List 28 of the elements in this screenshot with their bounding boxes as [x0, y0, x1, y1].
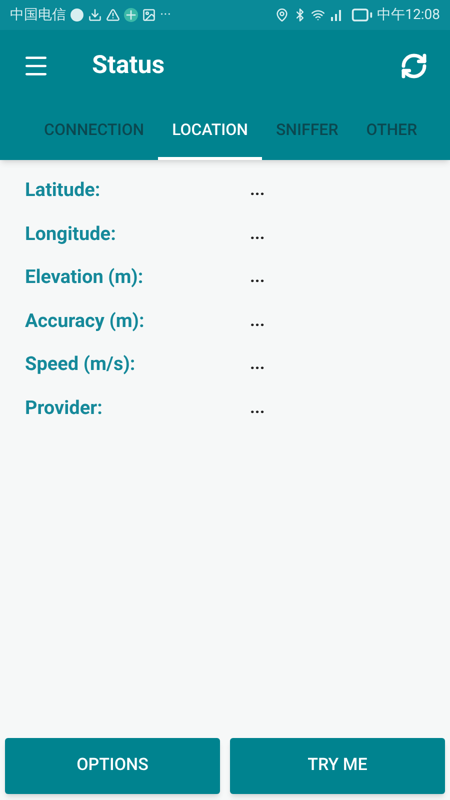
location-icon: [275, 8, 290, 22]
field-label: Provider:: [25, 394, 104, 420]
carrier-text: 中国电信: [10, 6, 66, 24]
clock-text: 中午12:08: [377, 6, 440, 24]
field-value: ...: [250, 353, 265, 376]
field-label: Accuracy (m):: [25, 308, 146, 334]
field-label: Longitude:: [25, 220, 117, 246]
action-button[interactable]: TRY ME: [230, 738, 445, 794]
field-label: Speed (m/s):: [25, 351, 136, 377]
circle-icon: [70, 8, 84, 22]
action-button[interactable]: OPTIONS: [5, 738, 220, 794]
more-text: ···: [160, 6, 171, 24]
field-value: ...: [250, 310, 265, 332]
signal-icon: [329, 9, 344, 21]
field-value: ...: [250, 266, 265, 289]
field-value: ...: [250, 396, 265, 420]
app-title: Status: [92, 50, 165, 82]
field-value: ...: [250, 222, 265, 246]
field-value: ...: [250, 179, 265, 202]
field-label: Latitude:: [25, 177, 102, 203]
refresh-button[interactable]: [400, 52, 428, 80]
download-icon: [88, 8, 102, 22]
warning-icon: [106, 8, 120, 22]
field-label: Elevation (m):: [25, 264, 144, 290]
wifi-icon: [311, 8, 326, 22]
image-icon: [142, 8, 156, 22]
plus-icon: [124, 8, 138, 22]
tab[interactable]: LOCATION: [158, 102, 262, 160]
